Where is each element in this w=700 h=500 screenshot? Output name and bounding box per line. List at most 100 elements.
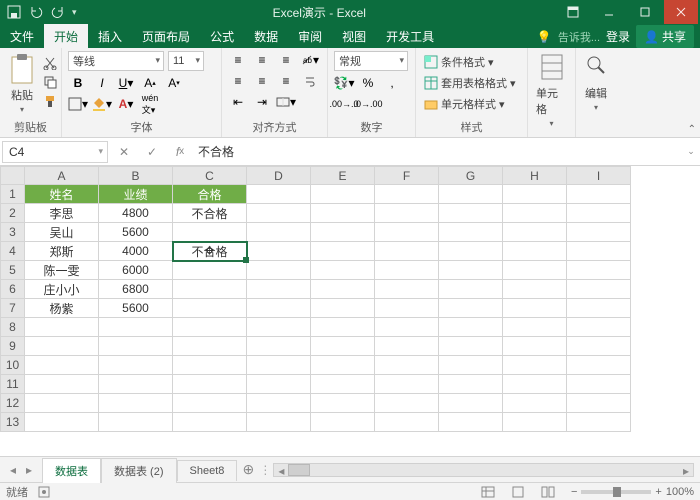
cell-H1[interactable] [503,185,567,204]
cell-D11[interactable] [247,375,311,394]
cell-I6[interactable] [567,280,631,299]
cell-I3[interactable] [567,223,631,242]
row-header-3[interactable]: 3 [1,223,25,242]
cell-A13[interactable] [25,413,99,432]
tab-data[interactable]: 数据 [244,24,288,48]
align-bottom-icon[interactable]: ≡ [276,51,296,69]
row-header-2[interactable]: 2 [1,204,25,223]
font-size-select[interactable]: 11 [168,51,204,71]
sheet-nav-last-icon[interactable]: ▸ [22,463,36,477]
sheet-tab-3[interactable]: Sheet8 [177,460,238,481]
cell-A5[interactable]: 陈一雯 [25,261,99,280]
cell-A4[interactable]: 郑斯 [25,242,99,261]
cell-I10[interactable] [567,356,631,375]
cell-B12[interactable] [99,394,173,413]
cell-D5[interactable] [247,261,311,280]
cell-G7[interactable] [439,299,503,318]
paste-button[interactable]: 粘贴 ▾ [6,51,38,116]
new-sheet-icon[interactable]: ⊕ [237,461,259,478]
cell-I1[interactable] [567,185,631,204]
cell-B13[interactable] [99,413,173,432]
tab-view[interactable]: 视图 [332,24,376,48]
cell-I9[interactable] [567,337,631,356]
increase-indent-icon[interactable]: ⇥ [252,93,272,111]
copy-icon[interactable] [42,74,58,90]
cell-C1[interactable]: 合格 [173,185,247,204]
cell-D4[interactable] [247,242,311,261]
align-middle-icon[interactable]: ≡ [252,51,272,69]
cell-F12[interactable] [375,394,439,413]
cell-D2[interactable] [247,204,311,223]
cell-A6[interactable]: 庄小小 [25,280,99,299]
tab-layout[interactable]: 页面布局 [132,24,200,48]
cancel-formula-icon[interactable]: ✕ [110,141,138,163]
cell-C10[interactable] [173,356,247,375]
cut-icon[interactable] [42,55,58,71]
increase-font-icon[interactable]: A▴ [140,74,160,92]
cell-D13[interactable] [247,413,311,432]
italic-icon[interactable]: I [92,74,112,92]
cell-F8[interactable] [375,318,439,337]
phonetic-icon[interactable]: wén文▾ [140,95,160,113]
cell-E9[interactable] [311,337,375,356]
cell-G11[interactable] [439,375,503,394]
cell-B3[interactable]: 5600 [99,223,173,242]
name-box[interactable]: C4 [2,141,108,163]
cell-E4[interactable] [311,242,375,261]
row-header-4[interactable]: 4 [1,242,25,261]
cell-D9[interactable] [247,337,311,356]
decrease-decimal-icon[interactable]: .0→.00 [358,95,378,113]
tab-formulas[interactable]: 公式 [200,24,244,48]
page-layout-view-icon[interactable] [511,486,531,498]
expand-formula-icon[interactable]: ⌄ [682,146,700,157]
row-header-10[interactable]: 10 [1,356,25,375]
save-icon[interactable] [6,4,22,20]
cell-E3[interactable] [311,223,375,242]
cell-H3[interactable] [503,223,567,242]
cell-H9[interactable] [503,337,567,356]
redo-icon[interactable] [50,4,66,20]
zoom-level[interactable]: 100% [666,486,694,498]
cell-G8[interactable] [439,318,503,337]
normal-view-icon[interactable] [481,486,501,498]
cell-E5[interactable] [311,261,375,280]
cell-G6[interactable] [439,280,503,299]
cell-B4[interactable]: 4000 [99,242,173,261]
cell-I12[interactable] [567,394,631,413]
row-header-13[interactable]: 13 [1,413,25,432]
zoom-out-icon[interactable]: − [571,486,577,498]
cell-D10[interactable] [247,356,311,375]
cell-E2[interactable] [311,204,375,223]
row-header-12[interactable]: 12 [1,394,25,413]
cell-C12[interactable] [173,394,247,413]
cell-C4[interactable]: 不合格✥ [173,242,247,261]
decrease-indent-icon[interactable]: ⇤ [228,93,248,111]
cell-E7[interactable] [311,299,375,318]
cell-H2[interactable] [503,204,567,223]
login-link[interactable]: 登录 [606,28,630,45]
close-icon[interactable] [664,0,698,24]
cell-H6[interactable] [503,280,567,299]
cell-G13[interactable] [439,413,503,432]
cell-H10[interactable] [503,356,567,375]
cell-D1[interactable] [247,185,311,204]
col-header-F[interactable]: F [375,167,439,185]
cell-A3[interactable]: 吴山 [25,223,99,242]
merge-icon[interactable]: ▾ [276,93,296,111]
cell-H4[interactable] [503,242,567,261]
cell-D12[interactable] [247,394,311,413]
cell-G10[interactable] [439,356,503,375]
tell-me[interactable]: 告诉我... [558,29,600,45]
editing-button[interactable]: 编辑 ▾ [582,51,610,114]
cell-I13[interactable] [567,413,631,432]
tab-insert[interactable]: 插入 [88,24,132,48]
align-right-icon[interactable]: ≡ [276,72,296,90]
cell-A7[interactable]: 杨紫 [25,299,99,318]
cell-A2[interactable]: 李思 [25,204,99,223]
collapse-ribbon-icon[interactable]: ⌃ [688,124,696,135]
cell-C11[interactable] [173,375,247,394]
cell-H11[interactable] [503,375,567,394]
zoom-slider[interactable] [581,490,651,494]
cell-G2[interactable] [439,204,503,223]
cell-C5[interactable] [173,261,247,280]
